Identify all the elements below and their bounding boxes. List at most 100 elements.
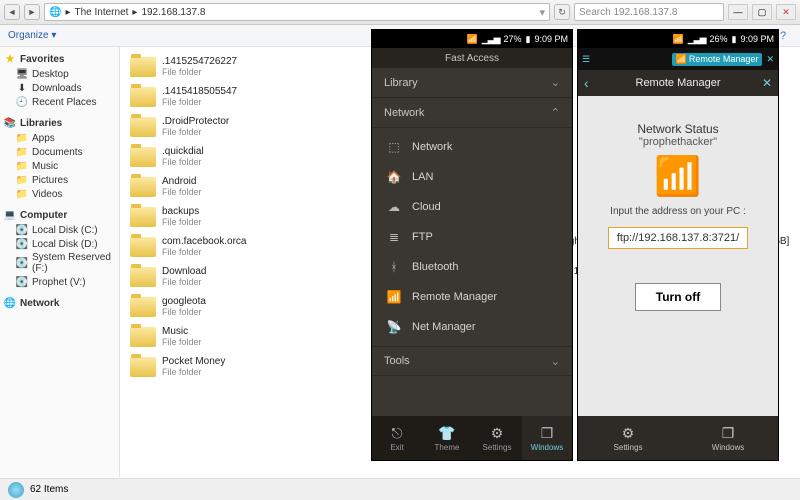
battery-icon: ▮ — [732, 34, 737, 45]
folder-icon — [130, 147, 156, 167]
sidebar-item-drive-c[interactable]: 💽Local Disk (C:) — [0, 223, 119, 237]
back-icon[interactable]: ‹ — [584, 75, 589, 91]
remote-manager-icon: 📶 — [386, 290, 402, 304]
battery-percent: 27% — [504, 34, 522, 44]
sidebar-group-network[interactable]: 🌐Network — [0, 295, 119, 311]
sidebar-item-drive-v[interactable]: 💽Prophet (V:) — [0, 275, 119, 289]
signal-icon: ▁▃▅ — [688, 34, 706, 45]
sidebar-item-downloads[interactable]: ⬇Downloads — [0, 81, 119, 95]
network-item[interactable]: 🏠LAN — [372, 162, 572, 192]
address-bar[interactable]: 🌐 ▸ The Internet ▸ 192.168.137.8 ▾ — [44, 3, 550, 21]
sidebar-item-drive-d[interactable]: 💽Local Disk (D:) — [0, 237, 119, 251]
explorer-sidebar: ★ Favorites 🖥Desktop ⬇Downloads 🕘Recent … — [0, 47, 120, 477]
network-item[interactable]: ☁Cloud — [372, 192, 572, 222]
sidebar-item-apps[interactable]: 📁Apps — [0, 131, 119, 145]
section-library[interactable]: Library⌄ — [372, 68, 572, 98]
ftp-address-box[interactable]: ftp://192.168.137.8:3721/ — [608, 227, 748, 249]
turn-off-button[interactable]: Turn off — [635, 283, 721, 311]
status-bar: 62 Items — [0, 478, 800, 500]
battery-percent: 26% — [710, 34, 728, 44]
network-item[interactable]: 📶 Remote Manager — [372, 282, 572, 312]
hamburger-icon[interactable]: ☰ — [582, 54, 590, 65]
nav-windows[interactable]: ❐Windows — [678, 416, 778, 460]
windows-icon: ❐ — [541, 425, 554, 442]
file-type: File folder — [162, 248, 247, 257]
network-item-label: Remote Manager — [412, 291, 497, 303]
sidebar-group-computer[interactable]: 💻Computer — [0, 207, 119, 223]
nav-back-button[interactable]: ◄ — [4, 4, 20, 20]
refresh-button[interactable]: ↻ — [554, 4, 570, 20]
nav-exit[interactable]: ⎋Exit — [372, 416, 422, 460]
bluetooth-icon: ᚼ — [386, 260, 402, 274]
sidebar-item-music[interactable]: 📁Music — [0, 159, 119, 173]
chevron-down-icon: ⌄ — [551, 76, 560, 89]
file-type: File folder — [162, 188, 202, 197]
battery-icon: ▮ — [526, 34, 531, 45]
phone-es-sidebar: 📶 ▁▃▅ 27% ▮ 9:09 PM Fast Access Library⌄… — [372, 30, 572, 460]
window-maximize-button[interactable]: ▢ — [752, 4, 772, 20]
close-icon[interactable]: ✕ — [762, 76, 772, 90]
network-item-label: Net Manager — [412, 321, 476, 333]
tab-remote-manager[interactable]: 📶 Remote Manager — [672, 53, 763, 66]
android-status-bar: 📶 ▁▃▅ 27% ▮ 9:09 PM — [372, 30, 572, 48]
network-item[interactable]: ᚼBluetooth — [372, 252, 572, 282]
search-input[interactable]: Search 192.168.137.8 — [574, 3, 724, 21]
windows-icon: ❐ — [722, 425, 735, 442]
net-manager-icon: 📡 — [386, 320, 402, 334]
file-name: .DroidProtector — [162, 117, 229, 128]
wifi-large-icon: 📶 — [654, 158, 701, 196]
network-item[interactable]: ≣FTP — [372, 222, 572, 252]
close-tab-icon[interactable]: ✕ — [766, 54, 774, 65]
sidebar-group-libraries[interactable]: 📚Libraries — [0, 115, 119, 131]
section-network[interactable]: Network⌃ — [372, 98, 572, 128]
file-name: .1415418505547 — [162, 87, 237, 98]
sidebar-item-documents[interactable]: 📁Documents — [0, 145, 119, 159]
folder-icon — [130, 117, 156, 137]
phone-bottom-nav: ⚙Settings❐Windows — [578, 416, 778, 460]
phone-bottom-nav: ⎋Exit👕Theme⚙Settings❐Windows — [372, 416, 572, 460]
nav-settings[interactable]: ⚙Settings — [472, 416, 522, 460]
computer-icon: 💻 — [4, 209, 16, 221]
network-item-label: LAN — [412, 171, 433, 183]
window-close-button[interactable]: ✕ — [776, 4, 796, 20]
drive-icon: 💽 — [16, 276, 28, 288]
sidebar-item-recent[interactable]: 🕘Recent Places — [0, 95, 119, 109]
file-type: File folder — [162, 278, 206, 287]
sidebar-item-pictures[interactable]: 📁Pictures — [0, 173, 119, 187]
recent-icon: 🕘 — [16, 96, 28, 108]
chevron-down-icon: ⌄ — [551, 355, 560, 368]
folder-icon: 📁 — [16, 174, 28, 186]
nav-windows[interactable]: ❐Windows — [522, 416, 572, 460]
network-item-label: Network — [412, 141, 452, 153]
android-status-bar: 📶 ▁▃▅ 26% ▮ 9:09 PM — [578, 30, 778, 48]
file-name: Pocket Money — [162, 357, 225, 368]
section-tools[interactable]: Tools⌄ — [372, 346, 572, 376]
organize-menu[interactable]: Organize ▾ — [8, 30, 56, 41]
network-status-label: Network Status — [637, 122, 718, 136]
sidebar-item-videos[interactable]: 📁Videos — [0, 187, 119, 201]
network-item[interactable]: 📡 Net Manager — [372, 312, 572, 342]
folder-icon — [130, 267, 156, 287]
file-name: .quickdial — [162, 147, 204, 158]
network-ssid: "prophethacker" — [637, 136, 718, 148]
nav-forward-button[interactable]: ► — [24, 4, 40, 20]
download-icon: ⬇ — [16, 82, 28, 94]
nav-settings[interactable]: ⚙Settings — [578, 416, 678, 460]
sidebar-item-desktop[interactable]: 🖥Desktop — [0, 67, 119, 81]
folder-icon — [130, 297, 156, 317]
window-minimize-button[interactable]: — — [728, 4, 748, 20]
desktop-icon: 🖥 — [16, 68, 28, 80]
sidebar-group-favorites[interactable]: ★ Favorites — [0, 51, 119, 67]
sidebar-item-drive-f[interactable]: 💽System Reserved (F:) — [0, 251, 119, 275]
file-name: Music — [162, 327, 202, 338]
folder-icon — [130, 57, 156, 77]
chevron-up-icon: ⌃ — [551, 106, 560, 119]
nav-theme[interactable]: 👕Theme — [422, 416, 472, 460]
signal-icon: ▁▃▅ — [482, 34, 500, 45]
network-item[interactable]: ⬚Network — [372, 132, 572, 162]
breadcrumb-root[interactable]: The Internet — [74, 7, 128, 18]
file-name: .1415254726227 — [162, 57, 237, 68]
drive-icon: 💽 — [16, 257, 28, 269]
breadcrumb-address[interactable]: 192.168.137.8 — [141, 7, 205, 18]
folder-icon — [130, 207, 156, 227]
